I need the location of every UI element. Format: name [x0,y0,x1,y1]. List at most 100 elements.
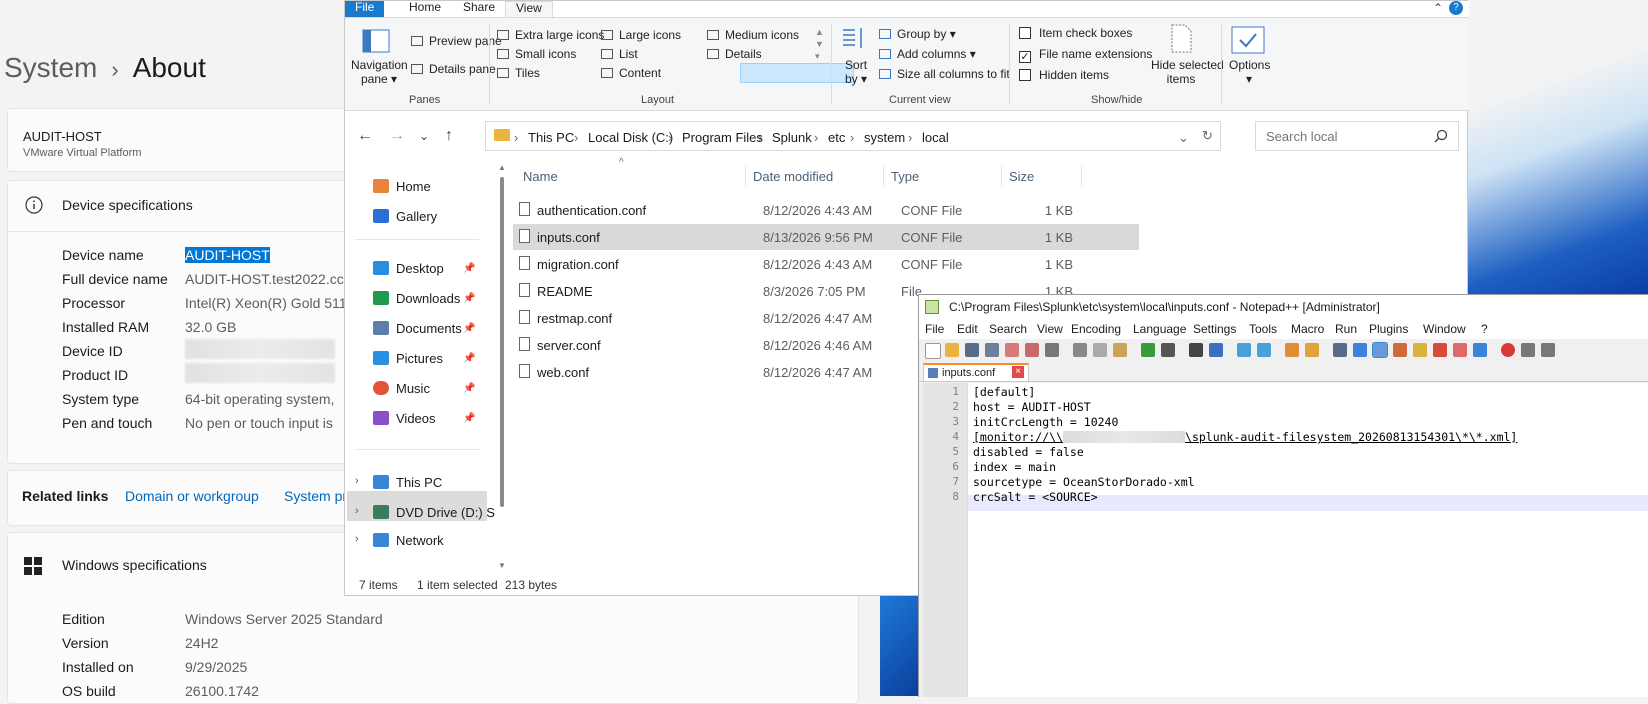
column-divider[interactable] [745,165,746,187]
scroll-down-icon[interactable]: ▼ [498,561,506,570]
expand-chevron-icon[interactable]: › [355,475,359,487]
forward-arrow-icon[interactable]: → [389,127,405,145]
scroll-up-icon[interactable]: ▲ [498,163,506,172]
menu-help[interactable]: ? [1481,322,1488,336]
doc-map-icon[interactable] [1413,343,1427,357]
layout-details[interactable]: Details [707,47,762,61]
paste-icon[interactable] [1113,343,1127,357]
tab-home[interactable]: Home [399,1,451,17]
file-row-selected[interactable]: inputs.conf 8/13/2026 9:56 PM CONF File 1 K… [513,224,1139,250]
print-icon[interactable] [1045,343,1059,357]
up-arrow-icon[interactable]: ↑ [445,127,453,145]
breadcrumb-system[interactable]: system [864,130,905,145]
breadcrumb-chevron-icon[interactable]: › [514,130,518,145]
device-name-selected[interactable]: AUDIT-HOST [185,247,270,263]
cut-icon[interactable] [1073,343,1087,357]
nav-item-pictures[interactable]: Pictures [373,351,443,366]
word-wrap-icon[interactable] [1333,343,1347,357]
file-name-extensions-toggle[interactable]: ✓ File name extensions [1019,47,1152,63]
menu-file[interactable]: File [925,322,944,336]
find-icon[interactable] [1189,343,1203,357]
help-icon[interactable]: ? [1449,1,1463,15]
hide-selected-items-button[interactable]: Hide selected items [1151,58,1224,86]
record-macro-icon[interactable] [1501,343,1515,357]
zoom-out-icon[interactable] [1257,343,1271,357]
menu-language[interactable]: Language [1133,322,1186,336]
menu-settings[interactable]: Settings [1193,322,1236,336]
function-list-icon[interactable] [1433,343,1447,357]
nav-item-network[interactable]: Network [373,533,444,547]
back-arrow-icon[interactable]: ← [357,127,373,145]
scroll-thumb[interactable] [500,177,504,507]
file-row[interactable]: migration.conf 8/12/2026 4:43 AM CONF File… [513,251,1139,277]
domain-workgroup-link[interactable]: Domain or workgroup [125,488,259,504]
device-name-value[interactable]: AUDIT-HOST [185,247,270,263]
replace-icon[interactable] [1209,343,1223,357]
open-file-icon[interactable] [945,343,959,357]
layout-medium-icons[interactable]: Medium icons [707,28,799,42]
layout-content[interactable]: Content [601,66,661,80]
device-specifications-header[interactable]: Device specifications [8,181,348,232]
options-icon[interactable] [1231,26,1265,54]
menu-run[interactable]: Run [1335,322,1357,336]
layout-tiles[interactable]: Tiles [497,66,540,80]
close-tab-icon[interactable]: × [1012,366,1024,378]
address-dropdown-icon[interactable]: ⌄ [1178,130,1189,146]
menu-plugins[interactable]: Plugins [1369,322,1408,336]
search-box[interactable] [1255,121,1459,151]
address-bar[interactable]: › This PC › Local Disk (C:) › Program Fi… [485,121,1221,151]
tab-view[interactable]: View [505,1,553,18]
column-divider[interactable] [883,165,884,187]
search-icon[interactable] [1434,129,1448,143]
nav-item-downloads[interactable]: Downloads [373,291,460,306]
breadcrumb-this-pc[interactable]: This PC [528,130,574,145]
breadcrumb-system[interactable]: System [4,52,97,83]
nav-item-home[interactable]: Home [373,179,431,194]
stop-macro-icon[interactable] [1521,343,1535,357]
sort-by-button[interactable]: Sort by ▾ [845,58,867,86]
hidden-items-toggle[interactable]: Hidden items [1019,68,1109,82]
indent-guide-icon[interactable] [1372,342,1388,358]
breadcrumb-chevron-icon[interactable]: › [908,130,912,145]
nav-item-videos[interactable]: Videos [373,411,436,426]
options-button[interactable]: Options ▾ [1229,58,1270,86]
menu-window[interactable]: Window [1423,322,1466,336]
size-columns-button[interactable]: Size all columns to fit [879,67,1010,81]
save-all-icon[interactable] [985,343,999,357]
breadcrumb-program-files[interactable]: Program Files [682,130,763,145]
nav-item-documents[interactable]: Documents [373,321,462,336]
file-row[interactable]: authentication.conf 8/12/2026 4:43 AM CONF… [513,197,1139,223]
monitoring-icon[interactable] [1473,343,1487,357]
breadcrumb-local[interactable]: local [922,130,949,145]
tab-inputs-conf[interactable]: inputs.conf × [923,363,1029,381]
layout-list[interactable]: List [601,47,638,61]
details-pane-button[interactable]: Details pane [411,62,496,76]
add-columns-button[interactable]: Add columns ▾ [879,47,976,61]
menu-view[interactable]: View [1037,322,1063,336]
close-all-icon[interactable] [1025,343,1039,357]
breadcrumb-splunk[interactable]: Splunk [772,130,812,145]
layout-extra-large-icons[interactable]: Extra large icons [497,28,604,42]
sync-h-icon[interactable] [1305,343,1319,357]
system-protection-link[interactable]: System pr [284,488,347,504]
column-header-name[interactable]: Name [523,169,558,184]
search-input[interactable] [1264,128,1428,145]
folder-workspace-icon[interactable] [1453,343,1467,357]
refresh-icon[interactable]: ↻ [1202,128,1213,144]
column-divider[interactable] [1081,165,1082,187]
nav-item-this-pc[interactable]: This PC [373,475,442,490]
sort-by-icon[interactable] [841,26,867,52]
redo-icon[interactable] [1161,343,1175,357]
layout-large-icons[interactable]: Large icons [601,28,681,42]
menu-tools[interactable]: Tools [1249,322,1277,336]
menu-edit[interactable]: Edit [957,322,978,336]
recent-locations-chevron-icon[interactable]: ⌄ [419,129,429,143]
menu-macro[interactable]: Macro [1291,322,1324,336]
column-header-size[interactable]: Size [1009,169,1034,184]
nav-item-dvd-drive[interactable]: DVD Drive (D:) S [373,505,495,520]
group-by-button[interactable]: Group by ▾ [879,27,956,41]
breadcrumb-local-disk[interactable]: Local Disk (C:) [588,130,673,145]
column-header-date[interactable]: Date modified [753,169,833,184]
copy-icon[interactable] [1093,343,1107,357]
column-header-type[interactable]: Type [891,169,919,184]
